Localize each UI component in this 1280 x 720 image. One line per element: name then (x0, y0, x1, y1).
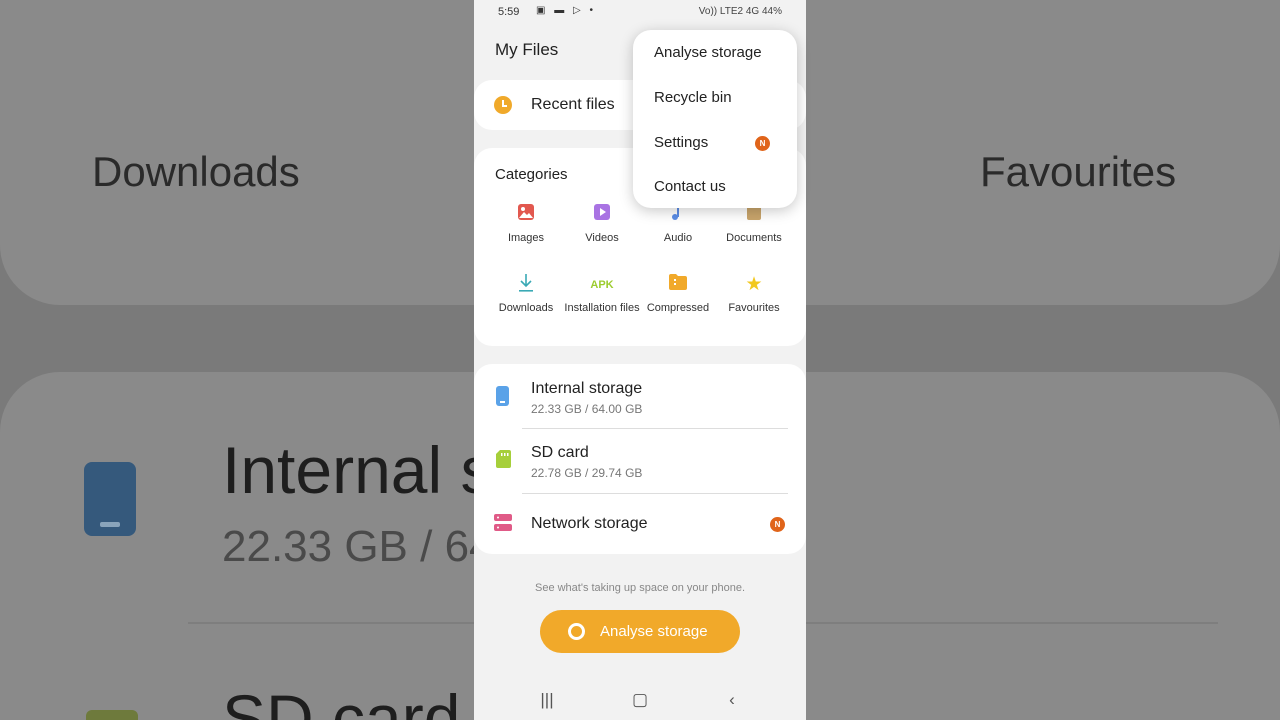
category-label: Compressed (646, 302, 710, 314)
bg-downloads-label: Downloads (92, 148, 300, 195)
bg-favourites-label: Favourites (980, 148, 1177, 195)
status-bar: 5:59 ▣ ▬ ▷ • Vo)) LTE2 4G 44% (474, 0, 806, 26)
category-label: Documents (726, 232, 782, 244)
category-downloads[interactable]: Downloads (488, 273, 564, 315)
apk-icon: APK (590, 279, 614, 291)
storage-card: Internal storage 22.33 GB / 64.00 GB SD … (474, 364, 806, 554)
analyse-button-label: Analyse storage (600, 623, 708, 640)
analyse-hint: See what's taking up space on your phone… (534, 582, 746, 594)
network-indicator: Vo)) LTE2 4G (698, 6, 760, 17)
category-label: Images (507, 232, 545, 244)
bg-sd-card-icon (86, 710, 138, 720)
image-icon (488, 203, 564, 227)
internal-storage-item[interactable]: Internal storage 22.33 GB / 64.00 GB (474, 364, 806, 428)
battery-level: 44% (761, 6, 782, 17)
star-icon: ★ (745, 274, 763, 295)
back-button[interactable]: ‹ (717, 690, 747, 710)
category-videos[interactable]: Videos (564, 203, 640, 245)
overflow-menu: Analyse storage Recycle bin Settings N C… (633, 30, 797, 208)
home-button[interactable]: ▢ (625, 690, 655, 710)
recents-button[interactable]: ||| (532, 690, 562, 710)
network-storage-icon (494, 514, 512, 536)
navigation-bar: ||| ▢ ‹ (474, 680, 806, 720)
category-documents[interactable]: Documents (716, 203, 792, 245)
menu-item-analyse-storage[interactable]: Analyse storage (654, 44, 762, 61)
download-icon (488, 273, 564, 297)
category-label: Favourites (728, 302, 780, 314)
category-audio[interactable]: Audio (640, 203, 716, 245)
storage-size: 22.33 GB / 64.00 GB (531, 402, 643, 416)
analyse-storage-button[interactable]: Analyse storage (540, 610, 740, 653)
category-label: Audio (663, 232, 693, 244)
settings-new-badge: N (755, 136, 770, 151)
network-storage-item[interactable]: Network storage N (474, 494, 806, 554)
bg-phone-icon (84, 462, 136, 536)
storage-size: 22.78 GB / 29.74 GB (531, 466, 643, 480)
category-label: Installation files (564, 302, 640, 314)
menu-item-contact-us[interactable]: Contact us (654, 178, 726, 195)
storage-analysis-icon (568, 623, 585, 640)
storage-name: SD card (531, 444, 589, 461)
storage-name: Internal storage (531, 380, 643, 397)
categories-title: Categories (495, 166, 568, 183)
video-icon (564, 203, 640, 227)
new-badge: N (770, 517, 785, 532)
sd-card-icon (496, 450, 511, 473)
folder-zip-icon (640, 273, 716, 297)
notification-icons: ▣ ▬ ▷ • (536, 5, 596, 16)
menu-item-settings[interactable]: Settings (654, 134, 708, 151)
bg-sd-label: SD card (222, 681, 461, 720)
menu-item-recycle-bin[interactable]: Recycle bin (654, 89, 732, 106)
recent-files-label: Recent files (531, 96, 615, 113)
category-favourites[interactable]: ★ Favourites (716, 273, 792, 315)
category-label: Downloads (498, 302, 554, 314)
category-compressed[interactable]: Compressed (640, 273, 716, 315)
page-title: My Files (495, 40, 559, 59)
sd-card-item[interactable]: SD card 22.78 GB / 29.74 GB (474, 429, 806, 493)
status-time: 5:59 (498, 6, 520, 18)
category-label: Videos (585, 232, 619, 244)
category-installation-files[interactable]: APK Installation files (564, 273, 640, 315)
status-right: Vo)) LTE2 4G 44% (699, 6, 782, 17)
category-images[interactable]: Images (488, 203, 564, 245)
clock-icon (494, 96, 512, 114)
phone-storage-icon (496, 386, 509, 411)
storage-name: Network storage (531, 515, 648, 532)
